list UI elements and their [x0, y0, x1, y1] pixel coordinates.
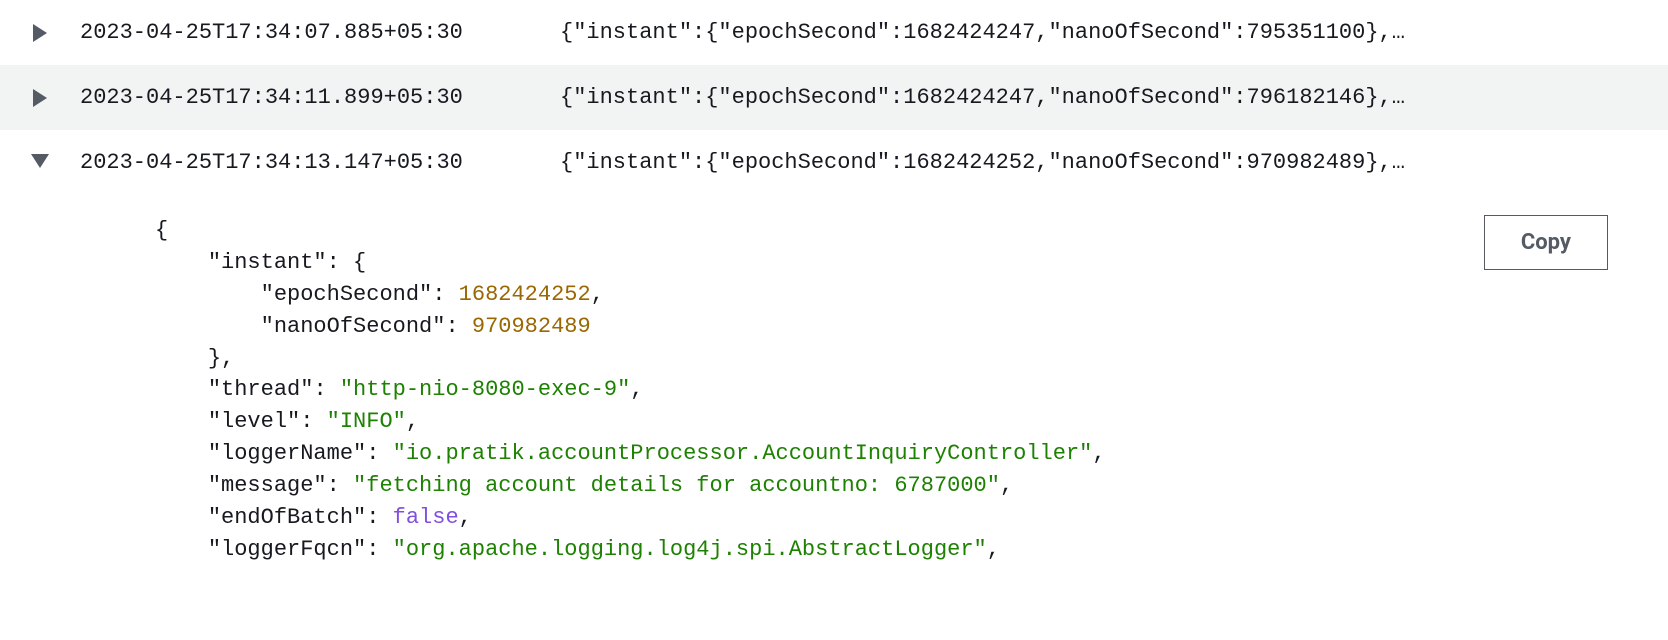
json-punct: ,	[1000, 473, 1013, 498]
json-key: "loggerFqcn"	[208, 537, 366, 562]
json-punct: :	[445, 314, 471, 339]
json-punct: : {	[327, 250, 367, 275]
json-key: "nanoOfSecond"	[261, 314, 446, 339]
json-brace: {	[155, 218, 168, 243]
json-string: "INFO"	[327, 409, 406, 434]
log-message-summary: {"instant":{"epochSecond":1682424247,"na…	[560, 20, 1668, 45]
json-punct: ,	[630, 377, 643, 402]
expand-right-icon[interactable]	[33, 89, 47, 107]
json-punct: ,	[1092, 441, 1105, 466]
log-message-summary: {"instant":{"epochSecond":1682424252,"na…	[560, 150, 1668, 175]
expand-cell	[0, 150, 80, 168]
copy-button[interactable]: Copy	[1484, 215, 1608, 270]
log-timestamp: 2023-04-25T17:34:13.147+05:30	[80, 150, 560, 175]
json-number: 1682424252	[459, 282, 591, 307]
json-punct: :	[300, 409, 326, 434]
json-key: "level"	[208, 409, 300, 434]
json-punct: },	[208, 346, 234, 371]
log-row: 2023-04-25T17:34:07.885+05:30 {"instant"…	[0, 0, 1668, 65]
log-row: 2023-04-25T17:34:11.899+05:30 {"instant"…	[0, 65, 1668, 130]
json-string: "http-nio-8080-exec-9"	[340, 377, 630, 402]
json-punct: :	[432, 282, 458, 307]
json-key: "message"	[208, 473, 327, 498]
json-punct: :	[366, 441, 392, 466]
json-punct: ,	[987, 537, 1000, 562]
log-timestamp: 2023-04-25T17:34:11.899+05:30	[80, 85, 560, 110]
json-string: "org.apache.logging.log4j.spi.AbstractLo…	[393, 537, 987, 562]
log-expanded-content: Copy { "instant": { "epochSecond": 16824…	[0, 195, 1668, 566]
expand-cell	[0, 85, 80, 107]
json-punct: ,	[459, 505, 472, 530]
json-punct: :	[366, 537, 392, 562]
json-key: "loggerName"	[208, 441, 366, 466]
json-detail: { "instant": { "epochSecond": 1682424252…	[155, 215, 1668, 566]
json-string: "io.pratik.accountProcessor.AccountInqui…	[393, 441, 1093, 466]
json-boolean: false	[393, 505, 459, 530]
json-number: 970982489	[472, 314, 591, 339]
json-punct: ,	[591, 282, 604, 307]
log-row: 2023-04-25T17:34:13.147+05:30 {"instant"…	[0, 130, 1668, 195]
log-timestamp: 2023-04-25T17:34:07.885+05:30	[80, 20, 560, 45]
json-punct: :	[366, 505, 392, 530]
json-key: "endOfBatch"	[208, 505, 366, 530]
json-punct: :	[313, 377, 339, 402]
expand-right-icon[interactable]	[33, 24, 47, 42]
log-message-summary: {"instant":{"epochSecond":1682424247,"na…	[560, 85, 1668, 110]
json-string: "fetching account details for accountno:…	[353, 473, 1000, 498]
json-punct: :	[327, 473, 353, 498]
json-key: "thread"	[208, 377, 314, 402]
json-key: "instant"	[208, 250, 327, 275]
json-key: "epochSecond"	[261, 282, 433, 307]
expand-cell	[0, 20, 80, 42]
expand-down-icon[interactable]	[31, 154, 49, 168]
json-punct: ,	[406, 409, 419, 434]
